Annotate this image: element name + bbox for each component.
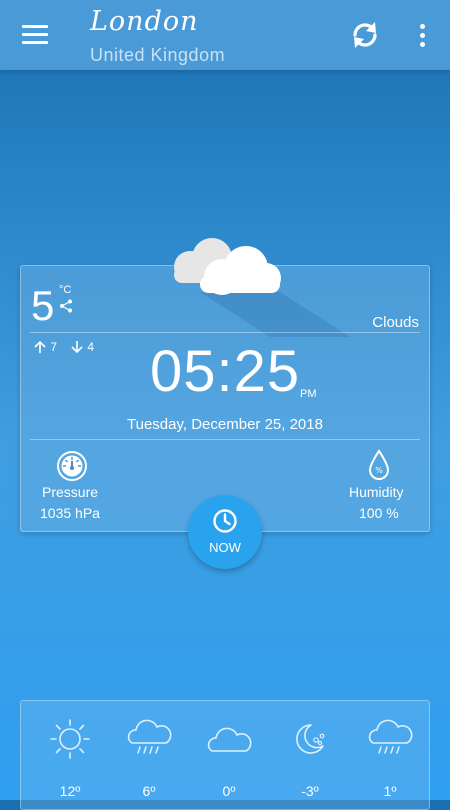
moon-snow-icon bbox=[296, 724, 325, 754]
low-temperature: 4 bbox=[70, 340, 94, 354]
now-label: NOW bbox=[209, 540, 241, 555]
forecast-temp: 1º bbox=[383, 783, 397, 799]
more-vert-icon[interactable] bbox=[414, 24, 430, 48]
refresh-icon[interactable] bbox=[348, 18, 382, 52]
gauge-icon bbox=[57, 451, 87, 481]
forecast-day-1[interactable] bbox=[40, 718, 100, 760]
rain-cloud-icon bbox=[368, 719, 413, 754]
humidity-value: 100 % bbox=[359, 505, 399, 521]
divider bbox=[30, 439, 420, 440]
svg-text:%: % bbox=[375, 466, 383, 475]
high-temperature: 7 bbox=[33, 340, 57, 354]
forecast-temp: 12º bbox=[59, 783, 81, 799]
forecast-temp: -3º bbox=[301, 783, 319, 799]
city-name: London bbox=[90, 6, 199, 37]
pressure-value: 1035 hPa bbox=[40, 505, 100, 521]
humidity-label: Humidity bbox=[349, 484, 404, 500]
forecast-day-5[interactable] bbox=[360, 718, 420, 760]
current-temperature: 5 bbox=[31, 282, 55, 329]
forecast-day-3[interactable] bbox=[199, 718, 259, 760]
arrow-up-icon bbox=[34, 340, 46, 353]
forecast-temp: 0º bbox=[222, 783, 236, 799]
rain-cloud-icon bbox=[127, 719, 172, 754]
forecast-day-4[interactable] bbox=[280, 718, 340, 760]
forecast-day-2[interactable] bbox=[119, 718, 179, 760]
low-temperature-value: 4 bbox=[87, 340, 95, 354]
humidity-drop-icon: % bbox=[368, 449, 390, 480]
high-temperature-value: 7 bbox=[50, 340, 58, 354]
clock-icon bbox=[213, 509, 237, 533]
app-bar: London United Kingdom bbox=[0, 0, 450, 70]
country-name: United Kingdom bbox=[90, 45, 226, 65]
forecast-temp: 6º bbox=[142, 783, 156, 799]
arrow-down-icon bbox=[71, 341, 83, 354]
current-time: 05:25 bbox=[150, 339, 301, 404]
divider bbox=[30, 332, 420, 333]
sun-icon bbox=[50, 719, 90, 759]
time-period: PM bbox=[300, 388, 317, 400]
now-button[interactable]: NOW bbox=[188, 495, 262, 569]
clouds-icon bbox=[174, 238, 350, 337]
temperature-unit: °C bbox=[59, 284, 72, 296]
current-date: Tuesday, December 25, 2018 bbox=[127, 416, 323, 433]
pressure-label: Pressure bbox=[42, 484, 99, 500]
menu-icon[interactable] bbox=[22, 25, 48, 45]
share-icon[interactable] bbox=[59, 299, 73, 313]
weather-condition: Clouds bbox=[372, 314, 419, 331]
cloud-icon bbox=[207, 727, 252, 752]
